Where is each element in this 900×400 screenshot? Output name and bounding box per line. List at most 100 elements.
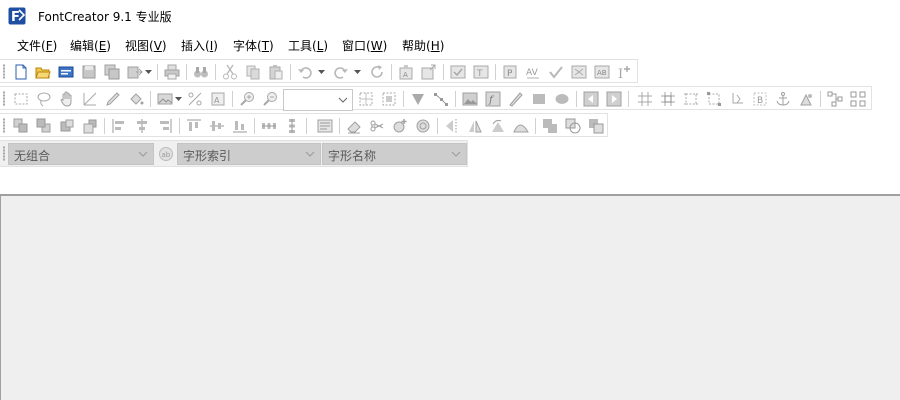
connector-icon[interactable] (826, 90, 844, 108)
pen-icon[interactable] (104, 90, 122, 108)
align-right-icon[interactable] (156, 117, 174, 135)
mdi-workspace[interactable] (0, 194, 900, 400)
align-middle-icon[interactable] (208, 117, 226, 135)
undo-icon[interactable] (296, 63, 314, 81)
menu-font[interactable]: 字体(T) (233, 37, 274, 54)
font-properties-icon[interactable]: A (397, 63, 415, 81)
percent-scale-icon[interactable] (186, 90, 204, 108)
measure-icon[interactable] (81, 90, 99, 108)
menu-tools[interactable]: 工具(L) (288, 37, 328, 54)
mirror-horizontal-icon[interactable] (443, 117, 461, 135)
toolbar-grip[interactable] (3, 64, 5, 79)
open-folder-icon[interactable] (34, 63, 52, 81)
properties-p-icon[interactable]: P (501, 63, 519, 81)
zoom-in-icon[interactable] (238, 90, 256, 108)
glyph-group-combo[interactable]: 无组合 (8, 143, 154, 165)
rectangle-shape-icon[interactable] (530, 90, 548, 108)
menu-help[interactable]: 帮助(H) (402, 37, 444, 54)
zoom-combo[interactable] (283, 89, 353, 111)
checkmark-icon[interactable] (547, 63, 565, 81)
list-panel-icon[interactable] (316, 117, 334, 135)
glyph-search-icon[interactable]: ab (157, 145, 175, 163)
zoom-out-icon[interactable] (261, 90, 279, 108)
glyph-transform-icon[interactable]: AB (593, 63, 611, 81)
function-icon[interactable]: f (484, 90, 502, 108)
kerning-icon[interactable]: AV (524, 63, 542, 81)
rotate-icon[interactable] (489, 117, 507, 135)
redo-icon[interactable] (332, 63, 350, 81)
image-icon[interactable] (461, 90, 479, 108)
eraser-icon[interactable] (345, 117, 363, 135)
validate-icon[interactable] (449, 63, 467, 81)
align-top-icon[interactable] (185, 117, 203, 135)
bounds-icon[interactable] (705, 90, 723, 108)
menu-file[interactable]: 文件(F) (17, 37, 57, 54)
align-center-icon[interactable] (133, 117, 151, 135)
hand-pan-icon[interactable] (58, 90, 76, 108)
text-preview-icon[interactable]: T (472, 63, 490, 81)
union-icon[interactable] (541, 117, 559, 135)
copy-icon[interactable] (244, 63, 262, 81)
export-icon[interactable] (126, 63, 144, 81)
toolbar-grip[interactable] (3, 118, 5, 133)
glyph-map-icon[interactable] (570, 63, 588, 81)
background-image-icon[interactable] (156, 90, 174, 108)
glyph-add-icon[interactable] (391, 117, 409, 135)
component-icon[interactable] (797, 90, 815, 108)
ellipse-shape-icon[interactable] (553, 90, 571, 108)
skew-icon[interactable] (512, 117, 530, 135)
rect-select-icon[interactable] (12, 90, 30, 108)
new-file-icon[interactable] (12, 63, 30, 81)
menu-view[interactable]: 视图(V) (125, 37, 167, 54)
bounding-box-icon[interactable] (380, 90, 398, 108)
bring-front-icon[interactable] (12, 117, 30, 135)
print-icon[interactable] (163, 63, 181, 81)
arrow-right-box-icon[interactable] (605, 90, 623, 108)
mirror-vertical-icon[interactable] (466, 117, 484, 135)
send-backward-icon[interactable] (81, 117, 99, 135)
node-group-icon[interactable] (849, 90, 867, 108)
lasso-icon[interactable] (35, 90, 53, 108)
send-back-icon[interactable] (35, 117, 53, 135)
distribute-vertical-icon[interactable] (283, 117, 301, 135)
node-edit-icon[interactable] (432, 90, 450, 108)
glyph-index-combo[interactable]: 字形索引 (177, 143, 321, 165)
undo-dropdown-arrow-icon[interactable] (317, 63, 325, 81)
background-dropdown-arrow-icon[interactable] (174, 90, 182, 108)
bring-forward-icon[interactable] (58, 117, 76, 135)
bitmap-b-icon[interactable]: B (751, 90, 769, 108)
paste-icon[interactable] (267, 63, 285, 81)
cut-icon[interactable] (221, 63, 239, 81)
distribute-horizontal-icon[interactable] (260, 117, 278, 135)
open-project-icon[interactable] (57, 63, 75, 81)
triangle-shape-icon[interactable] (409, 90, 427, 108)
hint-icon[interactable] (728, 90, 746, 108)
subtract-icon[interactable] (587, 117, 605, 135)
font-export-icon[interactable] (420, 63, 438, 81)
menu-window[interactable]: 窗口(W) (342, 37, 387, 54)
fill-bucket-icon[interactable] (127, 90, 145, 108)
guideline-icon[interactable] (659, 90, 677, 108)
grid-snap-icon[interactable] (357, 90, 375, 108)
redo-dropdown-arrow-icon[interactable] (353, 63, 361, 81)
metrics-icon[interactable] (682, 90, 700, 108)
glyph-round-icon[interactable] (414, 117, 432, 135)
grid-icon[interactable] (636, 90, 654, 108)
align-bottom-icon[interactable] (231, 117, 249, 135)
export-dropdown-arrow-icon[interactable] (144, 63, 152, 81)
toolbar-grip[interactable] (3, 91, 5, 106)
menu-edit[interactable]: 编辑(E) (70, 37, 111, 54)
anchor-icon[interactable] (774, 90, 792, 108)
intersect-icon[interactable] (564, 117, 582, 135)
toolbar-grip[interactable] (3, 146, 5, 161)
knife-cut-icon[interactable] (368, 117, 386, 135)
find-binoculars-icon[interactable] (192, 63, 210, 81)
menu-insert[interactable]: 插入(I) (181, 37, 218, 54)
brush-icon[interactable] (507, 90, 525, 108)
glyph-name-combo[interactable]: 字形名称 (322, 143, 467, 165)
zoom-fit-icon[interactable]: A (209, 90, 227, 108)
repeat-icon[interactable] (368, 63, 386, 81)
save-icon[interactable] (80, 63, 98, 81)
arrow-left-box-icon[interactable] (582, 90, 600, 108)
align-left-icon[interactable] (110, 117, 128, 135)
